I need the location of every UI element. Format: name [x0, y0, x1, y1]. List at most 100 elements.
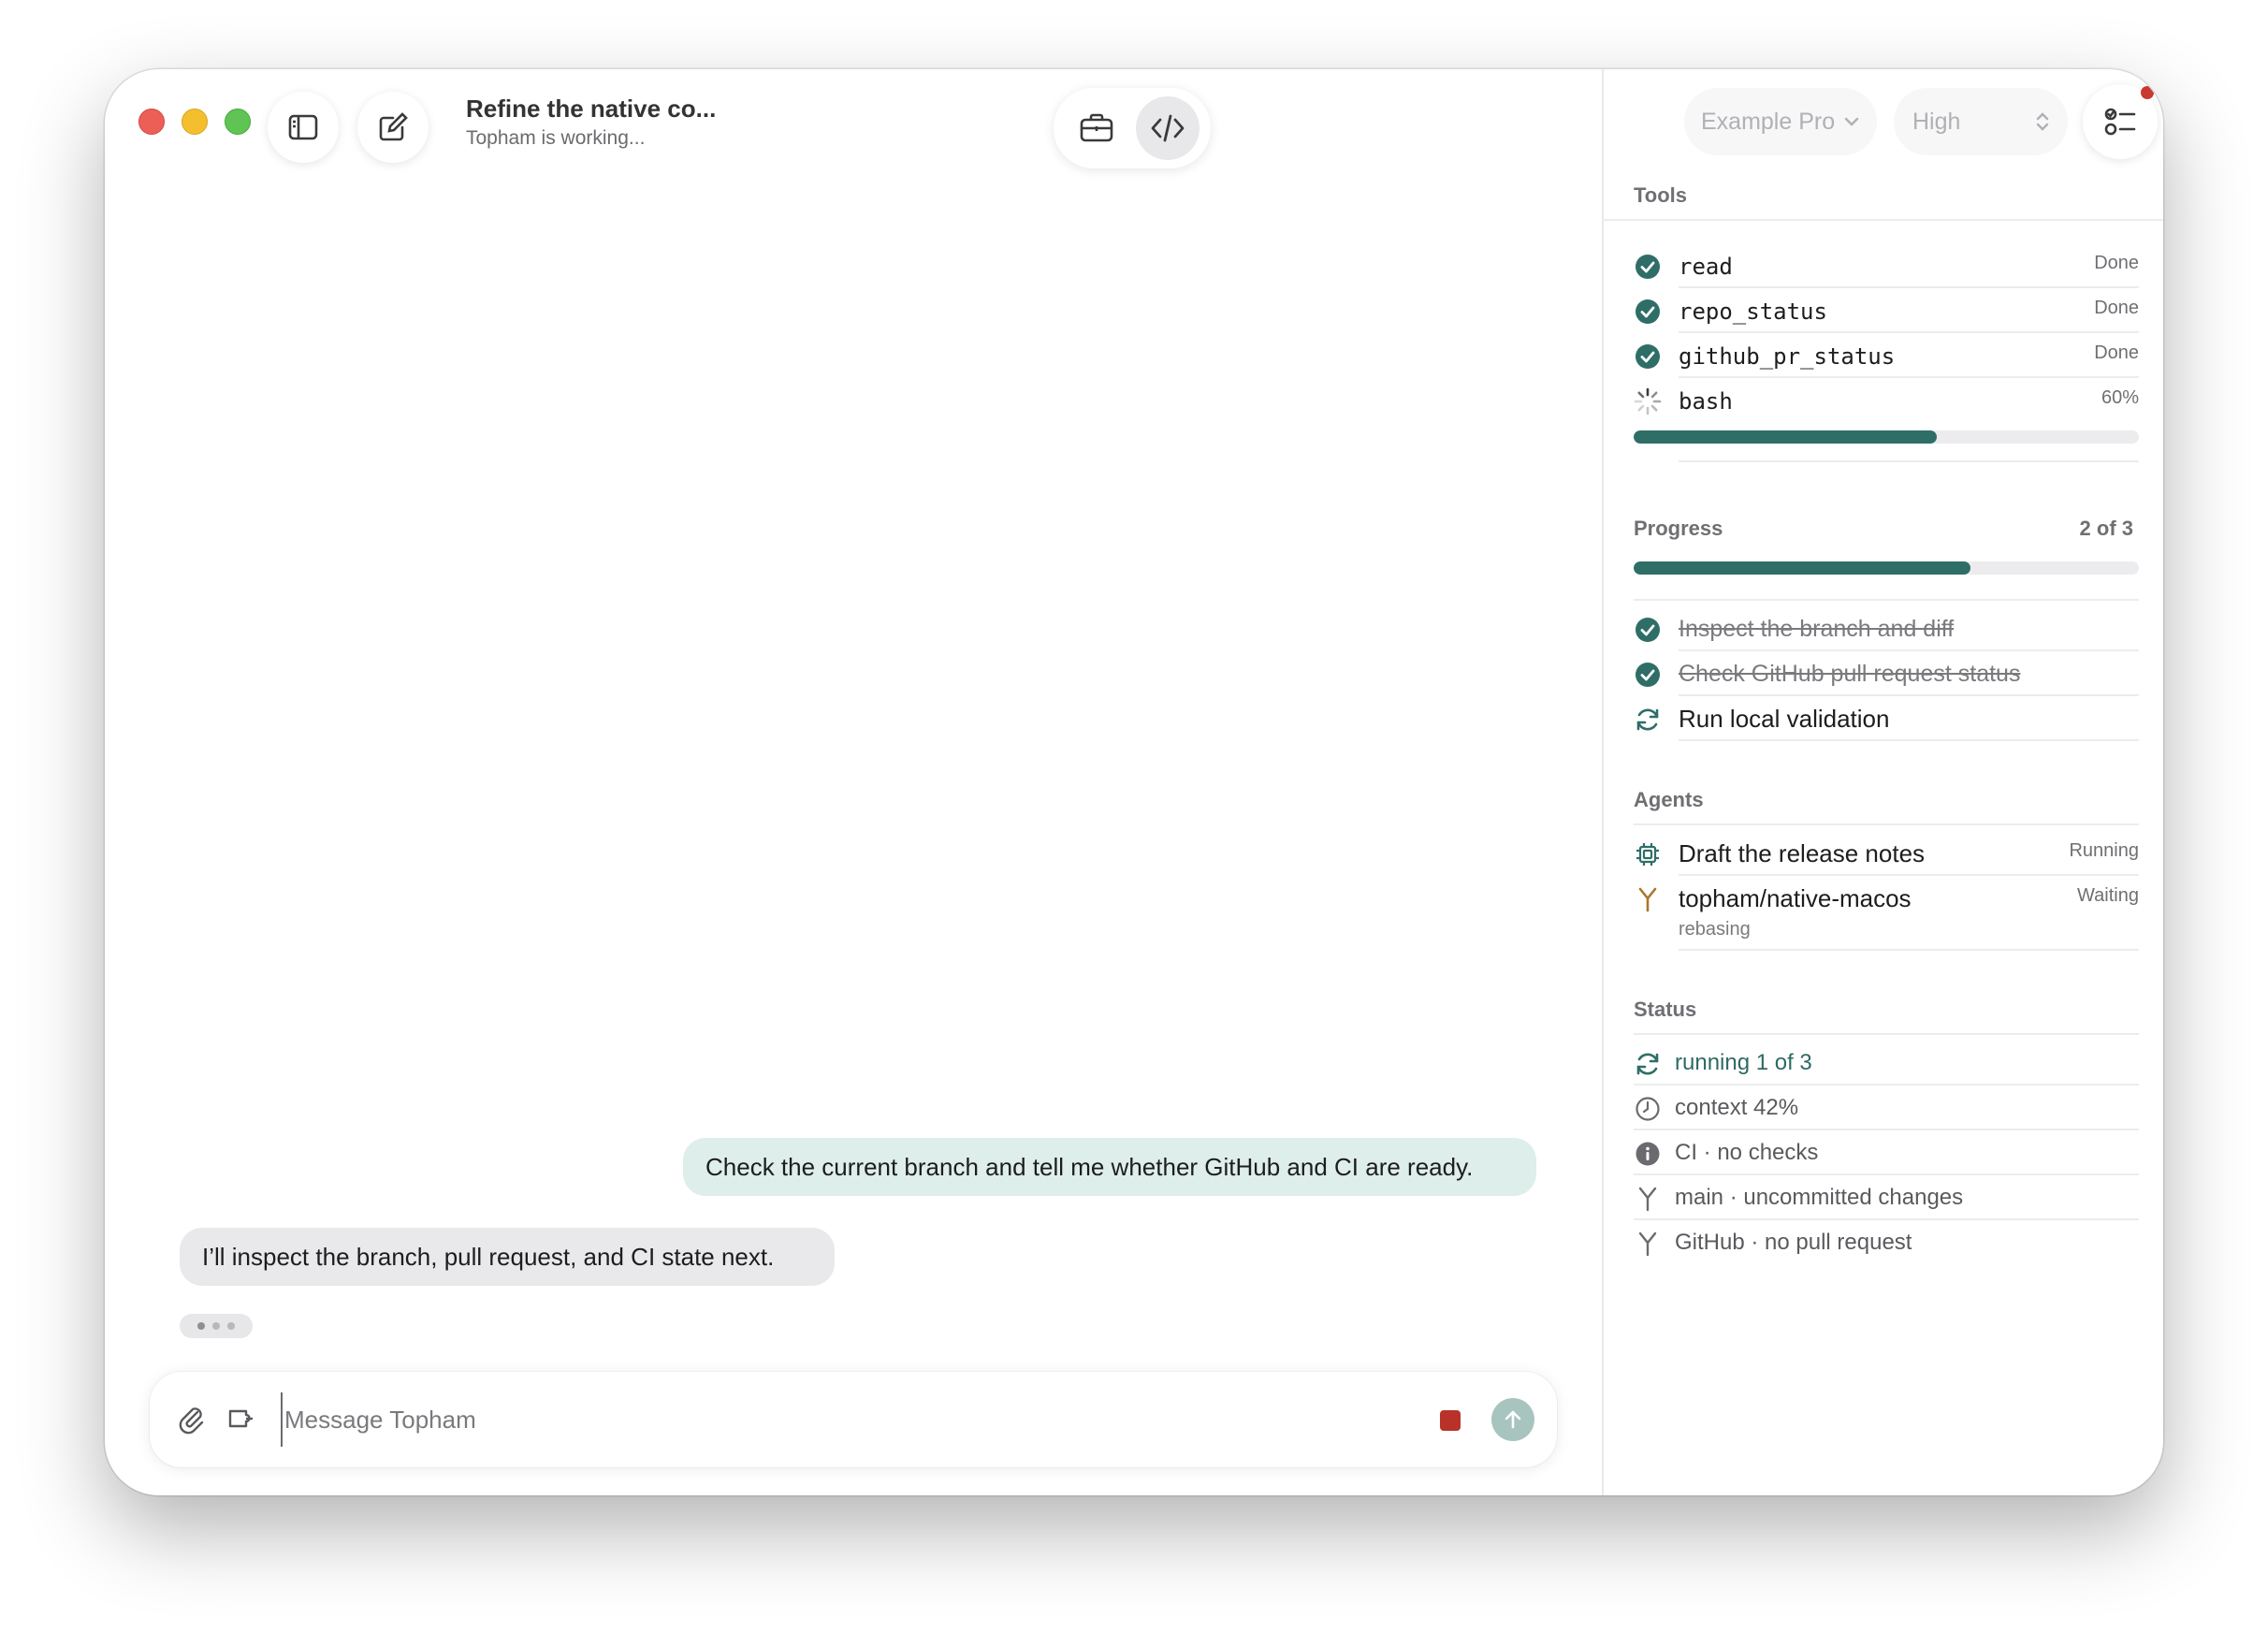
- check-circle-icon: [1634, 342, 1662, 371]
- typing-dot: [212, 1322, 220, 1330]
- user-message: Check the current branch and tell me whe…: [683, 1138, 1536, 1196]
- send-button[interactable]: [1491, 1398, 1534, 1441]
- status-heading: Status: [1634, 998, 1697, 1021]
- status-label: CI · no checks: [1675, 1140, 1819, 1165]
- effort-selector[interactable]: High: [1894, 88, 2068, 155]
- branch-icon: [1634, 1185, 1662, 1213]
- status-row: context 42%: [1634, 1086, 2139, 1130]
- tool-status: Done: [2094, 298, 2139, 318]
- check-circle-icon: [1634, 616, 1662, 644]
- status-label: GitHub · no pull request: [1675, 1230, 1912, 1255]
- tool-status: 60%: [2101, 387, 2139, 408]
- tool-row[interactable]: github_pr_status Done: [1634, 333, 2139, 378]
- model-name: Example Pro: [1701, 108, 1836, 135]
- plan-progress-fill: [1634, 561, 1971, 575]
- arrow-up-icon: [1505, 1410, 1521, 1429]
- check-circle-icon: [1634, 298, 1662, 326]
- plan-step-label: Run local validation: [1679, 705, 1890, 733]
- section-divider: [1604, 219, 2163, 221]
- refresh-icon: [1634, 1050, 1662, 1078]
- row-divider: [1634, 1033, 2139, 1035]
- info-icon: [1634, 1140, 1662, 1168]
- cpu-icon: [1634, 840, 1662, 868]
- checklist-icon: [2104, 108, 2136, 136]
- minimize-window-button[interactable]: [182, 109, 208, 135]
- attach-button[interactable]: [172, 1400, 210, 1437]
- agent-name: Draft the release notes: [1679, 839, 1926, 867]
- tool-name: repo_status: [1679, 299, 1827, 325]
- plan-step-label: Inspect the branch and diff: [1679, 616, 1955, 642]
- briefcase-icon: [1080, 113, 1113, 142]
- effort-level: High: [1912, 108, 1961, 135]
- check-circle-icon: [1634, 661, 1662, 689]
- branch-icon: [1634, 1230, 1662, 1258]
- compose-icon: [379, 112, 408, 141]
- view-segmented-control: [1054, 88, 1211, 168]
- notification-dot: [2141, 86, 2154, 99]
- branch-icon: [1634, 885, 1662, 913]
- tool-row[interactable]: bash 60%: [1634, 378, 2139, 423]
- status-row: GitHub · no pull request: [1634, 1220, 2139, 1265]
- typing-dot: [197, 1322, 205, 1330]
- status-label: main · uncommitted changes: [1675, 1185, 1964, 1210]
- close-window-button[interactable]: [138, 109, 165, 135]
- agent-row[interactable]: topham/native-macos rebasing Waiting: [1634, 876, 2139, 951]
- tool-name: read: [1679, 254, 1733, 280]
- plan-step: Inspect the branch and diff: [1634, 606, 2139, 651]
- row-divider: [1679, 949, 2139, 951]
- row-divider: [1634, 599, 2139, 601]
- spinner-icon: [1634, 387, 1662, 415]
- row-divider: [1634, 823, 2139, 825]
- new-chat-button[interactable]: [357, 92, 429, 163]
- check-circle-icon: [1634, 253, 1662, 281]
- tools-heading: Tools: [1634, 183, 1688, 207]
- progress-heading: Progress: [1634, 517, 1723, 540]
- code-segment[interactable]: [1136, 96, 1199, 160]
- agents-heading: Agents: [1634, 788, 1704, 811]
- tool-name: github_pr_status: [1679, 343, 1896, 370]
- refresh-icon: [1634, 706, 1662, 734]
- message-input[interactable]: [281, 1392, 1310, 1447]
- status-label: running 1 of 3: [1675, 1050, 1812, 1075]
- agent-row[interactable]: Draft the release notes Running: [1634, 831, 2139, 876]
- progress-count: 2 of 3: [2079, 517, 2133, 540]
- conversation-title: Refine the native co...: [466, 95, 717, 123]
- plan-step: Run local validation: [1634, 696, 2139, 741]
- agent-status: Running: [2069, 840, 2139, 861]
- chevron-updown-icon: [2036, 112, 2049, 131]
- tools-button[interactable]: [223, 1400, 260, 1437]
- model-selector[interactable]: Example Pro: [1684, 88, 1877, 155]
- paperclip-icon: [179, 1407, 204, 1435]
- agent-name: topham/native-macos: [1679, 884, 1912, 912]
- tool-status: Done: [2094, 253, 2139, 273]
- chevron-down-icon: [1844, 117, 1859, 126]
- status-label: context 42%: [1675, 1095, 1799, 1120]
- typing-dot: [227, 1322, 235, 1330]
- code-icon: [1151, 114, 1185, 142]
- assistant-message: I’ll inspect the branch, pull request, a…: [180, 1228, 835, 1286]
- agent-status: Waiting: [2077, 885, 2139, 906]
- tool-row[interactable]: repo_status Done: [1634, 288, 2139, 333]
- tool-progress-fill: [1634, 430, 1937, 444]
- conversation-status: Topham is working...: [466, 127, 646, 149]
- agent-detail: rebasing: [1679, 919, 1751, 940]
- row-divider: [1679, 460, 2139, 462]
- plan-step-label: Check GitHub pull request status: [1679, 661, 2021, 687]
- tool-status: Done: [2094, 342, 2139, 363]
- tool-row[interactable]: read Done: [1634, 243, 2139, 288]
- plugin-icon: [228, 1409, 253, 1428]
- briefcase-segment[interactable]: [1065, 96, 1128, 160]
- typing-indicator: [180, 1314, 253, 1338]
- tool-name: bash: [1679, 388, 1733, 415]
- status-row: main · uncommitted changes: [1634, 1175, 2139, 1220]
- chat-pane: Refine the native co... Topham is workin…: [105, 69, 1602, 1495]
- app-window: Refine the native co... Topham is workin…: [105, 69, 2163, 1495]
- zoom-window-button[interactable]: [225, 109, 251, 135]
- stop-icon: [1440, 1410, 1461, 1431]
- toggle-sidebar-button[interactable]: [268, 92, 339, 163]
- stop-button[interactable]: [1433, 1404, 1467, 1437]
- row-divider: [1679, 739, 2139, 741]
- gauge-icon: [1634, 1095, 1662, 1123]
- inspector-sidebar: Example Pro High Tools read Done repo_st…: [1602, 69, 2163, 1495]
- sidebar-icon: [288, 114, 318, 140]
